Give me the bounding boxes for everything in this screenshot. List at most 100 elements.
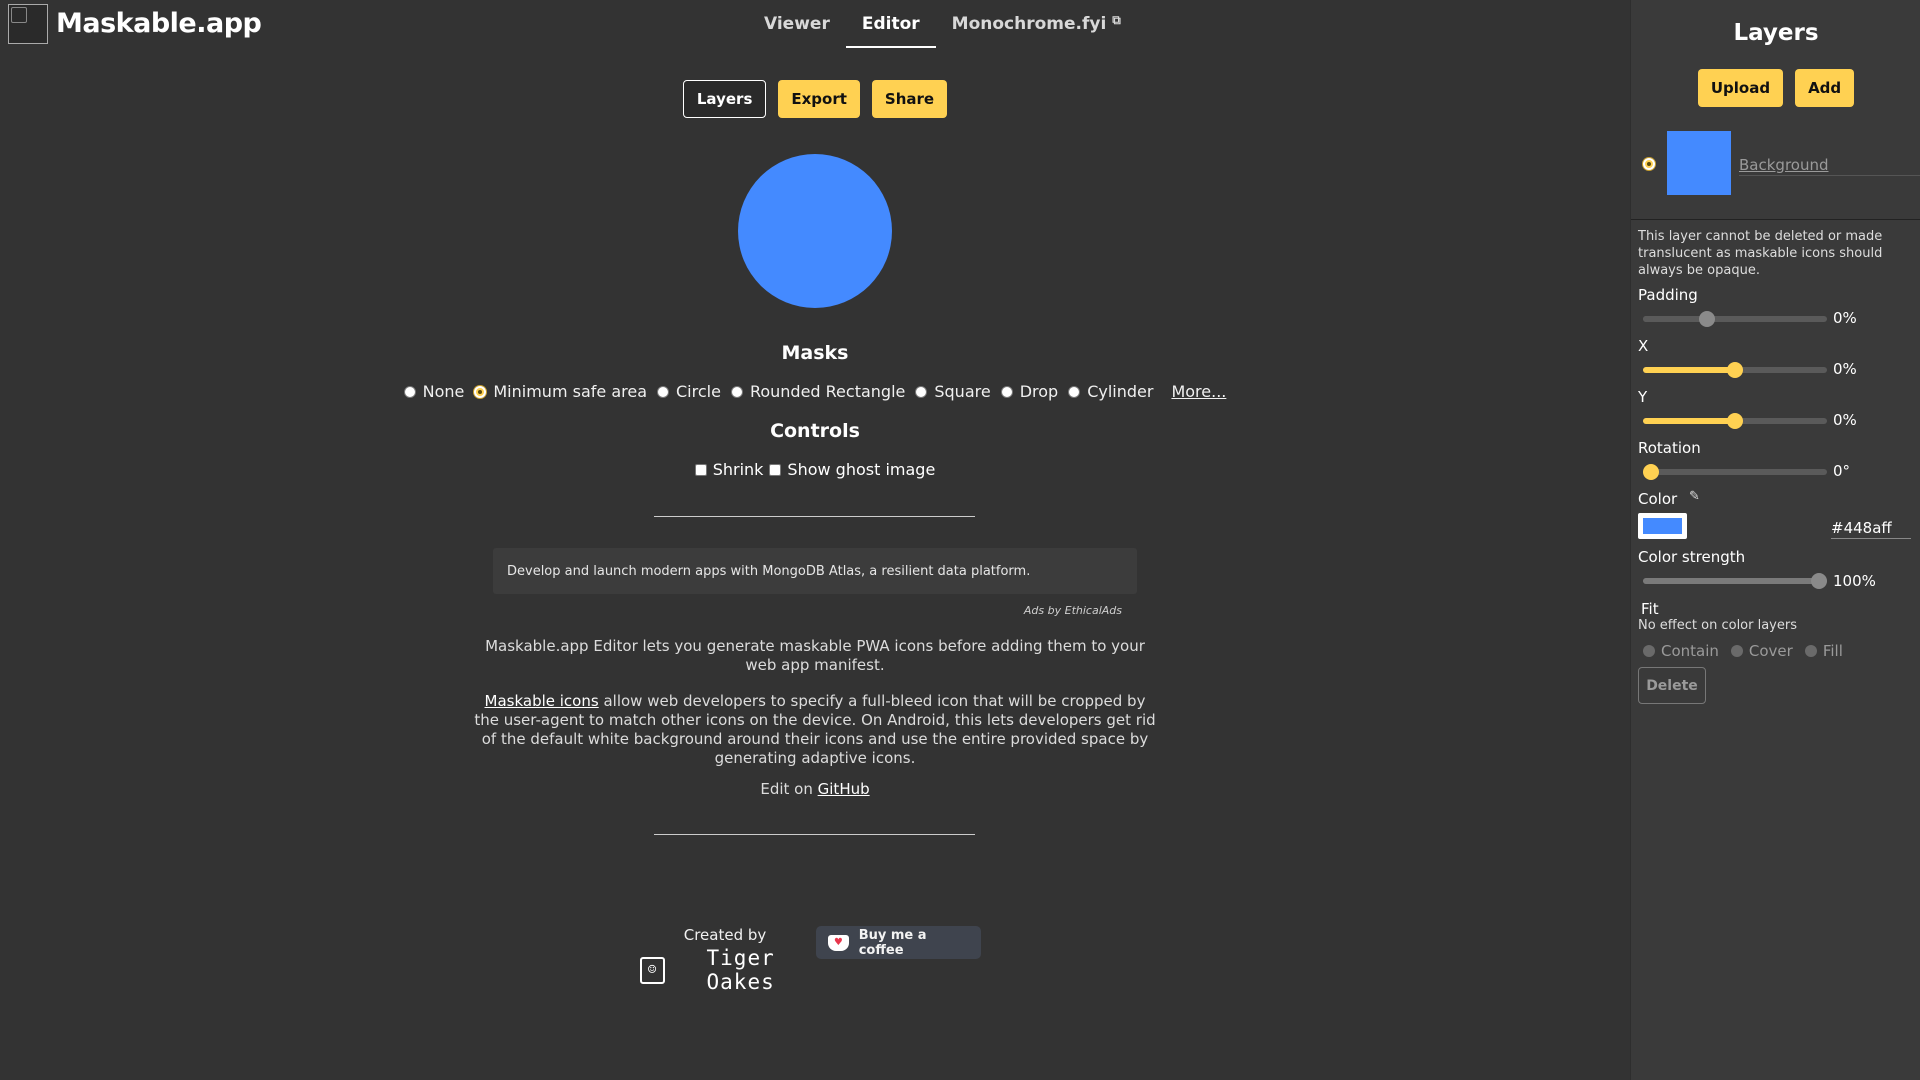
shrink-label: Shrink — [712, 460, 764, 479]
divider-bottom — [654, 834, 975, 835]
ad-banner[interactable]: Develop and launch modern apps with Mong… — [493, 548, 1137, 594]
padding-value: 0% — [1833, 309, 1857, 327]
mask-radio[interactable] — [403, 385, 416, 398]
mask-option-minimum-safe-area[interactable]: Minimum safe area — [474, 382, 647, 401]
rotation-slider-thumb[interactable] — [1643, 464, 1659, 480]
main-nav: Viewer Editor Monochrome.fyi ⧉ — [748, 0, 1137, 48]
layers-button[interactable]: Layers — [682, 80, 767, 118]
mask-option-label: Square — [934, 382, 991, 401]
layer-item-background[interactable] — [1631, 130, 1920, 196]
mask-options: None Minimum safe area Circle Rounded Recta… — [0, 382, 1630, 401]
upload-button[interactable]: Upload — [1697, 69, 1784, 107]
more-masks-link[interactable]: More... — [1171, 382, 1226, 401]
mask-option-circle[interactable]: Circle — [657, 382, 721, 401]
padding-slider-thumb[interactable] — [1699, 311, 1716, 327]
x-slider-thumb[interactable] — [1727, 362, 1743, 378]
mask-option-none[interactable]: None — [403, 382, 465, 401]
color-label: Color — [1638, 490, 1678, 508]
app-logo-broken-image-icon[interactable] — [8, 4, 48, 44]
tab-monochrome[interactable]: Monochrome.fyi ⧉ — [936, 0, 1137, 48]
color-hex-input[interactable] — [1831, 517, 1911, 539]
mask-radio[interactable] — [1068, 385, 1081, 398]
fit-option-fill[interactable]: Fill — [1804, 642, 1843, 660]
mask-option-cylinder[interactable]: Cylinder — [1068, 382, 1153, 401]
y-slider[interactable] — [1643, 413, 1827, 429]
mask-option-rounded-rectangle[interactable]: Rounded Rectangle — [730, 382, 905, 401]
ghost-image-checkbox-box[interactable] — [769, 463, 782, 476]
edit-on-prefix: Edit on — [760, 780, 818, 798]
tab-viewer[interactable]: Viewer — [748, 0, 846, 48]
x-slider[interactable] — [1643, 362, 1827, 378]
external-link-icon: ⧉ — [1112, 12, 1121, 27]
panel-separator — [1631, 219, 1920, 220]
maskable-icons-link[interactable]: Maskable icons — [485, 692, 599, 710]
color-strength-slider[interactable] — [1643, 573, 1827, 589]
shrink-checkbox-box[interactable] — [694, 463, 707, 476]
mask-radio[interactable] — [657, 385, 669, 398]
fit-options: Contain Cover Fill — [1643, 642, 1843, 660]
color-strength-slider-fill — [1643, 578, 1827, 584]
mask-option-drop[interactable]: Drop — [1000, 382, 1059, 401]
mask-option-label: None — [422, 382, 465, 401]
padding-slider[interactable] — [1643, 311, 1827, 327]
rotation-slider[interactable] — [1643, 464, 1827, 480]
x-value: 0% — [1833, 360, 1857, 378]
mask-option-label: Circle — [676, 382, 721, 401]
editor-main: Layers Export Share Masks None Minimum sa… — [0, 60, 1630, 1080]
fit-note: No effect on color layers — [1638, 618, 1797, 633]
mask-radio[interactable] — [730, 385, 743, 398]
tiger-oakes-logo[interactable]: ☺ Tiger Oakes — [640, 946, 810, 994]
mask-radio[interactable] — [915, 385, 928, 398]
ghost-image-checkbox[interactable]: Show ghost image — [769, 460, 935, 479]
fit-radio[interactable] — [1730, 645, 1743, 657]
created-by-block[interactable]: Created by ☺ Tiger Oakes — [640, 926, 810, 994]
editor-intro: Maskable.app Editor lets you generate ma… — [485, 637, 1145, 674]
y-slider-fill — [1643, 418, 1735, 424]
created-by-label: Created by — [683, 926, 767, 944]
eyedropper-icon[interactable]: ✎ — [1689, 489, 1700, 504]
mask-option-label: Drop — [1019, 382, 1059, 401]
add-layer-button[interactable]: Add — [1795, 69, 1855, 107]
github-link[interactable]: GitHub — [818, 780, 870, 798]
tab-editor[interactable]: Editor — [845, 0, 936, 48]
mask-radio[interactable] — [1000, 385, 1013, 398]
mask-option-label: Minimum safe area — [493, 382, 647, 401]
mask-option-square[interactable]: Square — [915, 382, 991, 401]
fit-option-cover[interactable]: Cover — [1730, 642, 1793, 660]
y-slider-thumb[interactable] — [1727, 413, 1743, 429]
ghost-image-label: Show ghost image — [787, 460, 936, 479]
mask-option-label: Cylinder — [1087, 382, 1154, 401]
ad-credit[interactable]: Ads by EthicalAds — [1000, 604, 1122, 617]
controls-options: Shrink Show ghost image — [0, 460, 1630, 479]
color-strength-value: 100% — [1833, 572, 1876, 590]
fit-option-contain[interactable]: Contain — [1643, 642, 1719, 660]
author-name: Tiger Oakes — [706, 946, 775, 994]
icon-preview — [738, 154, 892, 308]
delete-layer-button[interactable]: Delete — [1638, 667, 1706, 704]
mask-radio[interactable] — [474, 385, 487, 398]
layers-panel: Layers Upload Add This layer cannot be d… — [1630, 0, 1920, 1080]
color-picker-swatch[interactable] — [1638, 513, 1687, 539]
tab-editor-label: Editor — [861, 14, 920, 34]
color-strength-slider-thumb[interactable] — [1811, 573, 1827, 589]
shrink-checkbox[interactable]: Shrink — [694, 460, 764, 479]
fit-radio[interactable] — [1804, 645, 1817, 657]
layer-name-input[interactable] — [1739, 154, 1920, 176]
share-button[interactable]: Share — [871, 80, 948, 118]
editor-toolbar: Layers Export Share — [0, 80, 1630, 118]
layer-select-radio[interactable] — [1643, 158, 1655, 170]
app-title[interactable]: Maskable.app — [56, 8, 262, 39]
app-header: Maskable.app Viewer Editor Monochrome.fy… — [0, 0, 1630, 60]
layers-panel-actions: Upload Add — [1631, 69, 1920, 107]
divider-top — [654, 516, 975, 517]
layer-thumbnail — [1667, 131, 1731, 195]
background-layer-note: This layer cannot be deleted or made tra… — [1638, 229, 1883, 278]
fit-radio[interactable] — [1643, 645, 1655, 657]
export-button[interactable]: Export — [778, 80, 860, 118]
layers-panel-title: Layers — [1733, 20, 1819, 46]
edit-on-github: Edit on GitHub — [470, 780, 1160, 799]
tab-monochrome-label: Monochrome.fyi — [951, 14, 1107, 34]
tab-viewer-label: Viewer — [764, 14, 830, 34]
buy-me-a-coffee-button[interactable]: ♥ Buy me a coffee — [816, 926, 981, 959]
fit-label: Fit — [1641, 600, 1659, 618]
